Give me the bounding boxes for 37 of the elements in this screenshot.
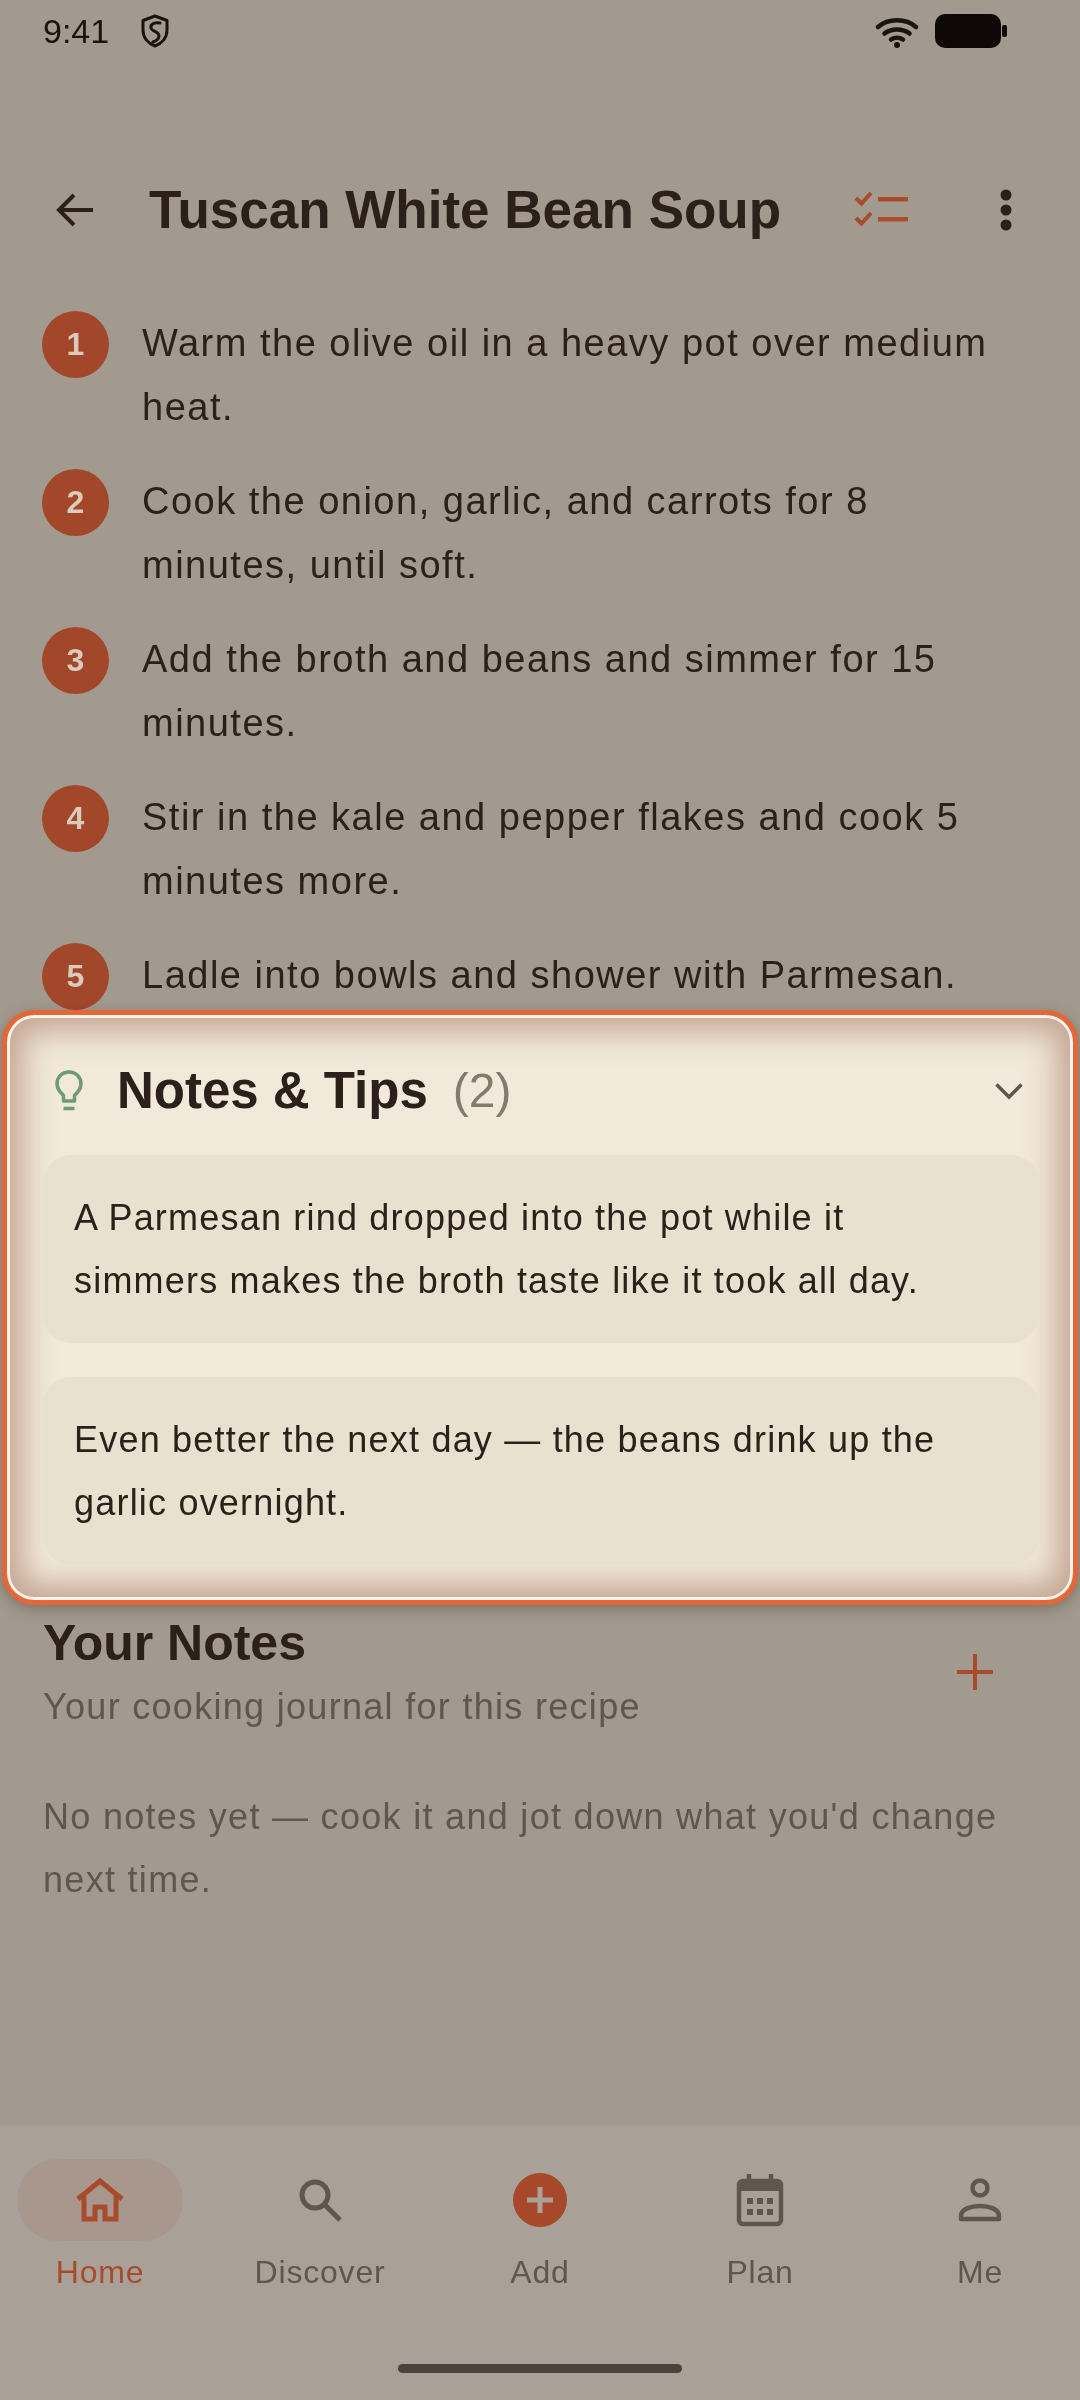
tip-card: Even better the next day — the beans drink up the garlic overnight. — [43, 1377, 1039, 1565]
plus-circle-icon — [513, 2173, 567, 2227]
nav-tab[interactable]: Me — [897, 2159, 1063, 2292]
lightbulb-icon — [54, 1069, 84, 1113]
calendar-icon — [736, 2173, 784, 2227]
nav-tab[interactable]: Add — [457, 2159, 623, 2292]
status-time: 9:41 — [43, 11, 110, 51]
tip-count: (2) — [452, 1063, 512, 1119]
nav-tab[interactable]: Home — [17, 2159, 183, 2292]
more-options-button[interactable] — [1000, 189, 1012, 231]
step-number: 4 — [42, 785, 109, 852]
chevron-down-icon — [994, 1082, 1024, 1100]
step-number: 2 — [42, 469, 109, 536]
step-text: Ladle into bowls and shower with Parmesan. — [142, 953, 958, 998]
plus-icon — [956, 1652, 994, 1691]
step-text: Stir in the kale and pepper flakes and cook 5 minutes more. — [142, 795, 961, 904]
person-icon — [958, 2178, 1002, 2222]
step-number: 3 — [42, 627, 109, 694]
step-text: Add the broth and beans and simmer for 15 minutes. — [142, 637, 938, 746]
step-text: Cook the onion, garlic, and carrots for 8 minutes, until soft. — [142, 479, 870, 588]
nav-tab[interactable]: Plan — [677, 2159, 843, 2292]
battery-icon — [935, 14, 1007, 48]
search-icon — [297, 2177, 343, 2223]
tip-card: A Parmesan rind dropped into the pot while it simmers makes the broth taste like it took all day. — [43, 1155, 1039, 1343]
section-title: Your Notes — [43, 1614, 307, 1673]
more-options-icon — [1000, 189, 1012, 231]
step-text: Warm the olive oil in a heavy pot over medium heat. — [142, 321, 989, 430]
shield-icon — [140, 14, 171, 48]
nav-tab[interactable]: Discover — [237, 2159, 403, 2292]
step-number: 5 — [42, 943, 109, 1010]
section-title: Notes & Tips — [117, 1061, 428, 1121]
empty-state-text: No notes yet — cook it and jot down what you'd change next time. — [43, 1795, 999, 1902]
section-subtitle: Your cooking journal for this recipe — [43, 1685, 641, 1729]
recipe-title: Tuscan White Bean Soup — [149, 179, 783, 241]
collapse-button[interactable] — [994, 1082, 1024, 1100]
home-icon — [74, 2178, 126, 2222]
step-number: 1 — [42, 311, 109, 378]
